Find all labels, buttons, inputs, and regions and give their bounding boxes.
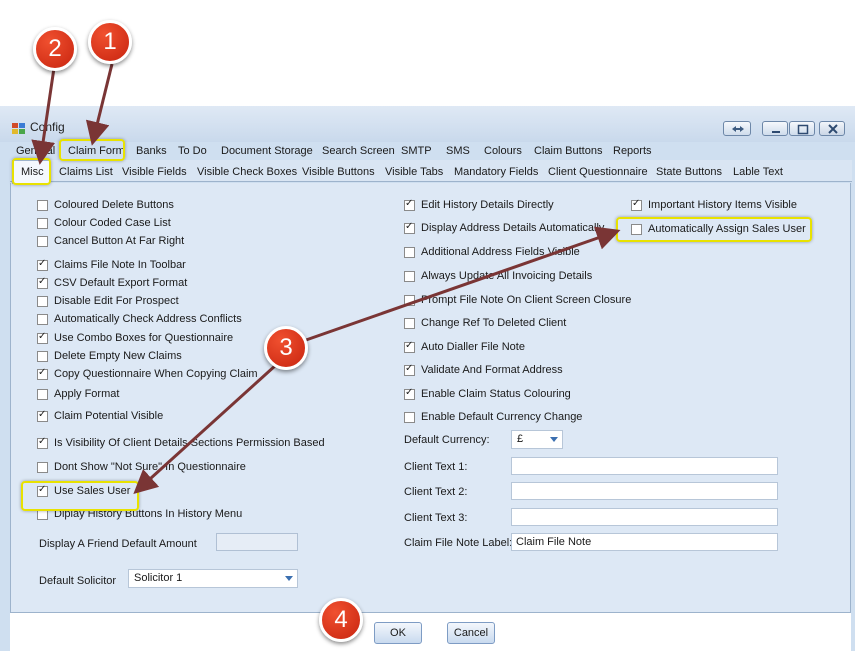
arrow-1: [85, 63, 114, 146]
arrow-3b: [305, 226, 621, 342]
step-marker-2: 2: [33, 27, 77, 71]
arrow-2: [31, 67, 56, 165]
annotation-arrows: [31, 63, 621, 495]
step-marker-3: 3: [264, 326, 308, 370]
step-marker-1: 1: [88, 20, 132, 64]
step-marker-4: 4: [319, 598, 363, 642]
arrow-3a: [133, 363, 278, 495]
